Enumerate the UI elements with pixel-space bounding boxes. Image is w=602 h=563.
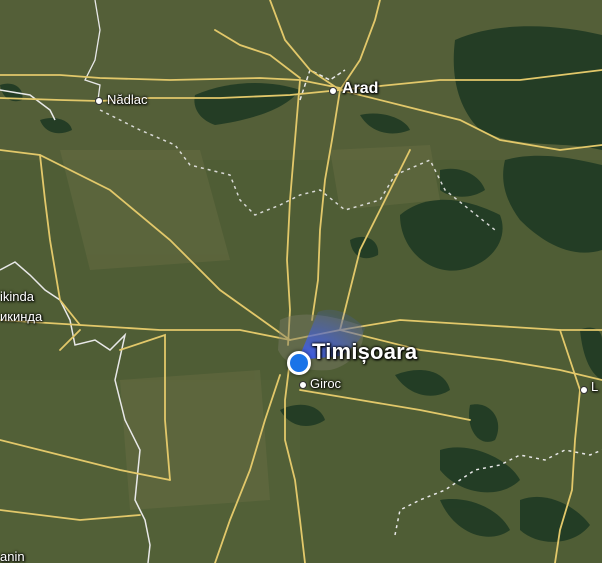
bottom-left-label-partial[interactable]: anin bbox=[0, 549, 25, 563]
kikinda-label-latin[interactable]: ikinda bbox=[0, 289, 34, 304]
arad-label[interactable]: Arad bbox=[342, 80, 378, 98]
lugoj-city-dot bbox=[580, 386, 588, 394]
giroc-city-dot bbox=[299, 381, 307, 389]
kikinda-label-cyrillic[interactable]: икинда bbox=[0, 309, 42, 324]
nadlac-city-dot bbox=[95, 97, 103, 105]
map-canvas[interactable]: Arad Nădlac ikinda икинда Timișoara Giro… bbox=[0, 0, 602, 563]
nadlac-label[interactable]: Nădlac bbox=[107, 92, 147, 107]
satellite-imagery bbox=[0, 0, 602, 563]
lugoj-label-partial[interactable]: L bbox=[591, 379, 598, 394]
timisoara-label[interactable]: Timișoara bbox=[312, 339, 417, 365]
arad-city-dot bbox=[329, 87, 337, 95]
current-location-icon[interactable] bbox=[287, 351, 311, 375]
giroc-label[interactable]: Giroc bbox=[310, 376, 341, 391]
